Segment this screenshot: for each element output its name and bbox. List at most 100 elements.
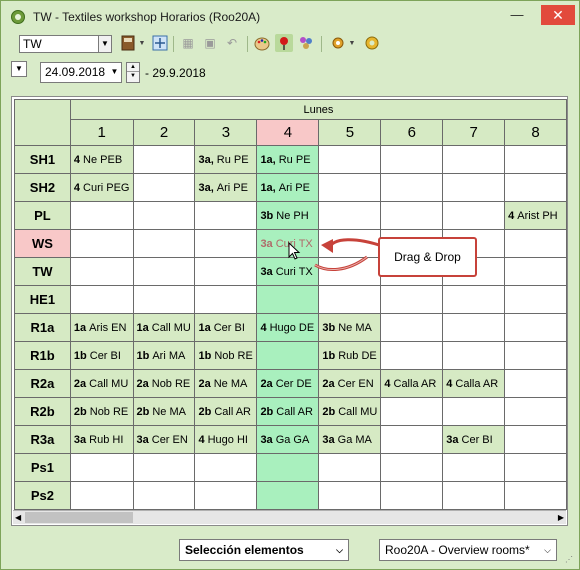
empty-cell[interactable]	[504, 229, 567, 258]
scroll-right-icon[interactable]: ▶	[558, 511, 564, 524]
room-label-sh1[interactable]: SH1	[14, 145, 71, 174]
lesson-cell[interactable]: 2a Ne MA	[194, 369, 258, 398]
pin-icon[interactable]	[275, 34, 293, 52]
lesson-cell[interactable]: 1b Nob RE	[194, 341, 258, 370]
empty-cell[interactable]	[194, 257, 258, 286]
empty-cell[interactable]	[504, 453, 567, 482]
lesson-cell[interactable]: 1b Cer BI	[69, 341, 134, 370]
settings-icon[interactable]	[329, 34, 347, 52]
dropdown-arrow-icon[interactable]: ▼	[137, 34, 147, 52]
close-button[interactable]: ✕	[541, 5, 575, 25]
empty-cell[interactable]	[380, 145, 444, 174]
scroll-left-icon[interactable]: ◀	[15, 511, 21, 524]
lesson-cell[interactable]: 4 Hugo DE	[256, 313, 320, 342]
lesson-cell[interactable]: 4 Hugo HI	[194, 425, 258, 454]
spin-up-icon[interactable]: ▲	[127, 63, 139, 72]
empty-cell[interactable]	[318, 173, 382, 202]
empty-cell[interactable]	[69, 229, 134, 258]
dropdown-arrow-icon[interactable]: ▼	[347, 34, 357, 52]
room-label-pl[interactable]: PL	[14, 201, 71, 230]
empty-cell[interactable]	[318, 145, 382, 174]
palette-icon[interactable]	[253, 34, 271, 52]
horizontal-scrollbar[interactable]: ◀ ▶	[13, 510, 566, 524]
room-label-ps2[interactable]: Ps2	[14, 481, 71, 510]
empty-cell[interactable]	[504, 481, 567, 510]
empty-cell[interactable]	[504, 173, 567, 202]
empty-cell[interactable]	[442, 201, 506, 230]
lesson-cell[interactable]: 1a Aris EN	[69, 313, 134, 342]
lesson-cell[interactable]: 3a Ga MA	[318, 425, 382, 454]
empty-cell[interactable]	[442, 173, 506, 202]
empty-cell[interactable]	[318, 481, 382, 510]
lesson-cell[interactable]: 2a Nob RE	[132, 369, 196, 398]
period-header-5[interactable]: 5	[318, 119, 382, 146]
empty-cell[interactable]	[132, 453, 196, 482]
date-chevron-down-icon[interactable]: ▼	[107, 62, 122, 83]
empty-cell[interactable]	[380, 285, 444, 314]
empty-cell[interactable]	[504, 369, 567, 398]
lesson-cell[interactable]: 3a Ga GA	[256, 425, 320, 454]
lesson-cell[interactable]: 1b Ari MA	[132, 341, 196, 370]
period-header-4[interactable]: 4	[256, 119, 320, 146]
empty-cell[interactable]	[132, 173, 196, 202]
room-label-tw[interactable]: TW	[14, 257, 71, 286]
spin-down-icon[interactable]: ▼	[127, 72, 139, 81]
empty-cell[interactable]	[132, 229, 196, 258]
empty-cell[interactable]	[132, 201, 196, 230]
empty-cell[interactable]	[69, 285, 134, 314]
lesson-cell[interactable]: 4 Curi PEG	[69, 173, 134, 202]
room-label-sh2[interactable]: SH2	[14, 173, 71, 202]
gear-icon[interactable]	[363, 34, 381, 52]
empty-cell[interactable]	[380, 481, 444, 510]
lesson-cell[interactable]: 2b Call MU	[318, 397, 382, 426]
empty-cell[interactable]	[442, 313, 506, 342]
empty-cell[interactable]	[194, 285, 258, 314]
lesson-cell[interactable]: 3a Rub HI	[69, 425, 134, 454]
empty-cell[interactable]	[194, 229, 258, 258]
lesson-cell[interactable]: 2b Call AR	[194, 397, 258, 426]
room-label-r1b[interactable]: R1b	[14, 341, 71, 370]
lesson-cell[interactable]: 1b Rub DE	[318, 341, 382, 370]
empty-cell[interactable]	[380, 313, 444, 342]
empty-cell[interactable]	[504, 341, 567, 370]
chevron-down-icon[interactable]: ⌵	[544, 540, 551, 560]
lesson-cell[interactable]: 3b Ne MA	[318, 313, 382, 342]
empty-cell[interactable]	[132, 257, 196, 286]
empty-cell[interactable]	[318, 201, 382, 230]
lesson-cell[interactable]: 2a Call MU	[69, 369, 134, 398]
lesson-cell[interactable]: 3a Cer EN	[132, 425, 196, 454]
empty-cell[interactable]	[194, 481, 258, 510]
lesson-cell[interactable]: 4 Arist PH	[504, 201, 567, 230]
timetable-grid[interactable]: Lunes 12345678 SH1 4 Ne PEB 3a, Ru PE 1a, Ru P…	[11, 96, 568, 526]
empty-cell[interactable]	[380, 397, 444, 426]
empty-cell[interactable]	[132, 145, 196, 174]
empty-cell[interactable]	[256, 285, 320, 314]
expand-dropdown-icon[interactable]: ▼	[11, 61, 27, 77]
room-label-r2b[interactable]: R2b	[14, 397, 71, 426]
notebook-icon[interactable]	[119, 34, 137, 52]
lesson-cell[interactable]: 3b Ne PH	[256, 201, 320, 230]
empty-cell[interactable]	[69, 453, 134, 482]
scroll-thumb[interactable]	[25, 512, 133, 523]
empty-cell[interactable]	[69, 257, 134, 286]
period-header-7[interactable]: 7	[442, 119, 506, 146]
empty-cell[interactable]	[504, 313, 567, 342]
lesson-cell[interactable]: 1a Call MU	[132, 313, 196, 342]
empty-cell[interactable]	[256, 341, 320, 370]
resize-grip-icon[interactable]: ⋰	[565, 555, 575, 565]
cluster-icon[interactable]	[297, 34, 315, 52]
print-icon[interactable]: ▦	[179, 34, 197, 52]
empty-cell[interactable]	[442, 341, 506, 370]
period-header-3[interactable]: 3	[194, 119, 258, 146]
empty-cell[interactable]	[194, 453, 258, 482]
room-label-ws[interactable]: WS	[14, 229, 71, 258]
empty-cell[interactable]	[318, 453, 382, 482]
empty-cell[interactable]	[69, 201, 134, 230]
empty-cell[interactable]	[194, 201, 258, 230]
lesson-cell[interactable]: 2b Ne MA	[132, 397, 196, 426]
lesson-cell[interactable]: 1a Cer BI	[194, 313, 258, 342]
empty-cell[interactable]	[380, 425, 444, 454]
empty-cell[interactable]	[504, 285, 567, 314]
room-label-r3a[interactable]: R3a	[14, 425, 71, 454]
period-header-1[interactable]: 1	[69, 119, 134, 146]
